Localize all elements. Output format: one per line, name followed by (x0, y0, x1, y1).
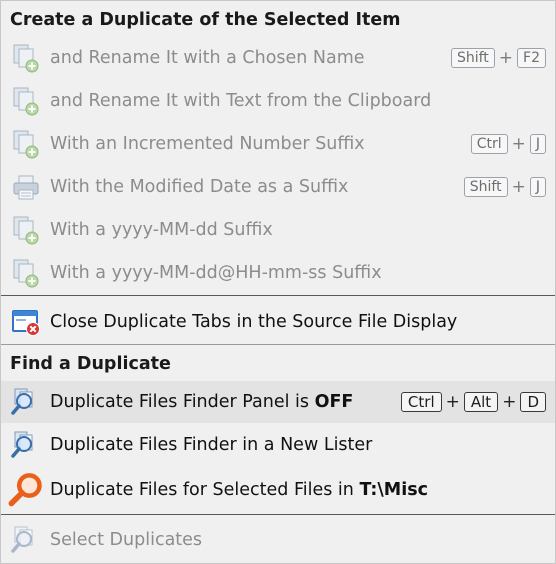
menu-item-rename-chosen-name[interactable]: and Rename It with a Chosen Name Shift +… (1, 37, 555, 79)
menu-item-finder-new-lister[interactable]: Duplicate Files Finder in a New Lister (1, 424, 555, 466)
section-header-create-duplicate: Create a Duplicate of the Selected Item (1, 7, 555, 33)
menu-item-duplicates-for-selected[interactable]: Duplicate Files for Selected Files in T:… (1, 467, 555, 513)
menu-item-label: and Rename It with a Chosen Name (50, 48, 365, 68)
menu-item-finder-panel-toggle[interactable]: Duplicate Files Finder Panel is OFF Ctrl… (1, 381, 555, 423)
menu-item-incremented-suffix[interactable]: With an Incremented Number Suffix Ctrl +… (1, 123, 555, 165)
panel-state-value: OFF (314, 392, 354, 412)
duplicate-finder-icon (11, 526, 33, 553)
close-tabs-icon (12, 309, 40, 336)
shortcut-ctrl-alt-d: Ctrl + Alt + D (400, 392, 546, 412)
menu-separator (1, 514, 555, 515)
key-shift: Shift (450, 48, 495, 68)
printer-icon (13, 175, 39, 200)
menu-item-close-duplicate-tabs[interactable]: Close Duplicate Tabs in the Source File … (1, 300, 555, 343)
menu-item-label: Duplicate Files Finder Panel is OFF (50, 392, 354, 412)
duplicate-file-icon (13, 87, 39, 116)
menu-item-label: Close Duplicate Tabs in the Source File … (50, 311, 458, 332)
plus-sign: + (445, 392, 460, 412)
duplicate-file-icon (13, 44, 39, 73)
key-j: J (529, 177, 546, 197)
menu-separator (1, 344, 555, 345)
key-d: D (520, 392, 546, 412)
plus-sign: + (511, 177, 526, 197)
duplicate-finder-icon (11, 431, 33, 458)
menu-item-label: and Rename It with Text from the Clipboa… (50, 91, 432, 111)
key-alt: Alt (463, 392, 499, 412)
menu-item-label: With a yyyy-MM-dd@HH-mm-ss Suffix (50, 263, 382, 283)
menu-item-label: With an Incremented Number Suffix (50, 134, 365, 154)
key-j: J (529, 134, 546, 154)
menu-item-datetime-suffix[interactable]: With a yyyy-MM-dd@HH-mm-ss Suffix (1, 252, 555, 294)
menu-item-label: Select Duplicates (50, 530, 203, 550)
menu-item-select-duplicates[interactable]: Select Duplicates (1, 519, 555, 561)
key-ctrl: Ctrl (470, 134, 508, 154)
shortcut-ctrl-j: Ctrl + J (470, 134, 546, 154)
duplicate-finder-icon (11, 388, 33, 415)
menu-item-label: Duplicate Files Finder in a New Lister (50, 435, 373, 455)
magnifier-icon (8, 473, 42, 507)
menu-item-label: With a yyyy-MM-dd Suffix (50, 220, 273, 240)
menu-item-label: With the Modified Date as a Suffix (50, 177, 349, 197)
menu-item-date-suffix[interactable]: With a yyyy-MM-dd Suffix (1, 209, 555, 251)
plus-sign: + (502, 392, 517, 412)
menu-separator (1, 295, 555, 296)
context-menu: Create a Duplicate of the Selected Item … (0, 0, 556, 564)
menu-item-label: Duplicate Files for Selected Files in T:… (50, 480, 429, 500)
duplicate-file-icon (13, 216, 39, 245)
key-f2: F2 (517, 48, 546, 68)
section-header-find-duplicate: Find a Duplicate (1, 351, 555, 377)
duplicate-file-icon (13, 130, 39, 159)
shortcut-shift-j: Shift + J (463, 177, 546, 197)
menu-item-rename-clipboard[interactable]: and Rename It with Text from the Clipboa… (1, 80, 555, 122)
plus-sign: + (498, 48, 514, 68)
menu-item-modified-date-suffix[interactable]: With the Modified Date as a Suffix Shift… (1, 166, 555, 208)
duplicate-file-icon (13, 259, 39, 288)
selected-path-value: T:\Misc (359, 480, 429, 500)
key-ctrl: Ctrl (400, 392, 442, 412)
shortcut-shift-f2: Shift + F2 (450, 48, 546, 68)
key-shift: Shift (463, 177, 508, 197)
plus-sign: + (511, 134, 526, 154)
